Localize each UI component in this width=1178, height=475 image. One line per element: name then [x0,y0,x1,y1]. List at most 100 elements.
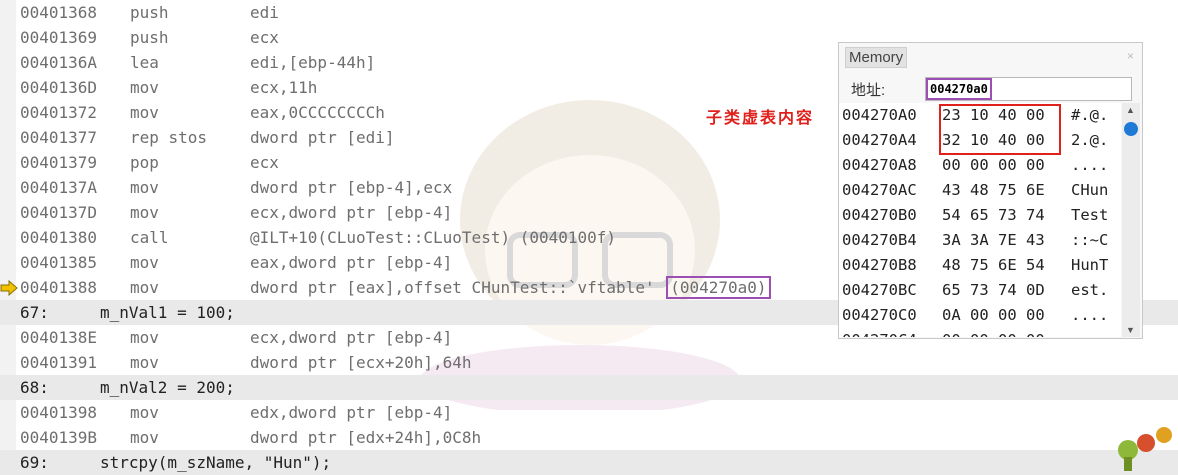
instruction-mnemonic: call [130,228,169,247]
corner-decoration-sticker [1118,427,1172,471]
source-line-number: 67: [20,303,49,322]
instruction-mnemonic: mov [130,353,159,372]
memory-address: 004270B8 [842,256,917,274]
memory-address: 004270AC [842,181,917,199]
memory-window[interactable]: Memory × 地址: 004270a0 004270A0 23 10 40 0… [838,42,1143,339]
memory-bytes[interactable]: 43 48 75 6E [942,178,1045,203]
memory-bytes[interactable]: 23 10 40 00 [942,103,1045,128]
memory-address: 004270C0 [842,306,917,324]
memory-row[interactable]: 004270C0 0A 00 00 00.... [839,303,1121,328]
instruction-mnemonic: rep stos [130,128,208,147]
instruction-address: 00401380 [20,228,98,247]
instruction-operands: eax,0CCCCCCCCh [250,103,385,122]
instruction-pointer-arrow-icon [0,280,18,296]
chevron-up-icon[interactable]: ▲ [1126,105,1135,115]
chevron-down-icon[interactable]: ▼ [1126,325,1135,335]
memory-dump-grid[interactable]: 004270A0 23 10 40 00 #.@. 004270A4 32 10 40 … [839,103,1121,337]
memory-bytes[interactable]: 3A 3A 7E 43 [942,228,1045,253]
instruction-mnemonic: pop [130,153,159,172]
memory-row[interactable]: 004270B0 54 65 73 74 Test [839,203,1121,228]
instruction-mnemonic: mov [130,78,159,97]
vtable-address-highlight: (004270a0) [666,276,771,299]
instruction-address: 00401377 [20,128,98,147]
instruction-operands: dword ptr [eax],offset CHunTest::`vftabl… [250,275,771,300]
memory-window-title[interactable]: Memory [845,47,908,68]
instruction-address: 00401369 [20,28,98,47]
instruction-operands: dword ptr [edx+24h],0C8h [250,428,482,447]
instruction-mnemonic: mov [130,203,159,222]
memory-row[interactable]: 004270A0 23 10 40 00 #.@. [839,103,1121,128]
memory-bytes[interactable]: 48 75 6E 54 [942,253,1045,278]
instruction-row[interactable]: 00401368 push edi [0,0,1178,25]
instruction-mnemonic: mov [130,278,159,297]
instruction-mnemonic: mov [130,103,159,122]
instruction-operands: edi [250,3,279,22]
instruction-address: 0040136D [20,78,98,97]
instruction-row[interactable]: 00401398 mov edx,dword ptr [ebp-4] [0,400,1178,425]
instruction-mnemonic: lea [130,53,159,72]
memory-ascii: Test [1071,206,1109,224]
memory-address: 004270A8 [842,156,917,174]
memory-bytes[interactable]: 00 00 00 00 [942,328,1045,337]
source-line-number: 68: [20,378,49,397]
memory-ascii: ::~C [1071,231,1109,249]
memory-scrollbar[interactable]: ▲ ▼ [1122,103,1140,337]
scrollbar-thumb[interactable] [1124,122,1138,136]
memory-bytes[interactable]: 00 00 00 00 [942,153,1045,178]
memory-address: 004270A4 [842,131,917,149]
memory-bytes[interactable]: 65 73 74 0D [942,278,1045,303]
instruction-mnemonic: push [130,28,169,47]
memory-address: 004270C4 [842,328,917,337]
source-line-row[interactable]: 68: m_nVal2 = 200; [0,375,1178,400]
memory-row[interactable]: 004270BC 65 73 74 0D est. [839,278,1121,303]
memory-ascii: est. [1071,281,1109,299]
instruction-mnemonic: push [130,3,169,22]
memory-row[interactable]: 004270AC 43 48 75 6E CHun [839,178,1121,203]
source-line-number: 69: [20,453,49,472]
instruction-address: 0040138E [20,328,98,347]
source-line-row[interactable]: 69: strcpy(m_szName, "Hun"); [0,450,1178,475]
instruction-row[interactable]: 00401391 mov dword ptr [ecx+20h],64h [0,350,1178,375]
instruction-address: 00401368 [20,3,98,22]
instruction-operands: dword ptr [edi] [250,128,395,147]
annotation-label: 子类虚表内容 [706,108,815,127]
instruction-address: 00401379 [20,153,98,172]
instruction-address: 00401385 [20,253,98,272]
memory-row[interactable]: 004270A4 32 10 40 00 2.@. [839,128,1121,153]
memory-ascii: .... [1071,328,1108,337]
instruction-operands: dword ptr [ecx+20h],64h [250,353,472,372]
memory-row[interactable]: 004270C4 00 00 00 00.... [839,328,1121,337]
instruction-operands: edi,[ebp-44h] [250,53,376,72]
instruction-row[interactable]: 0040139B mov dword ptr [edx+24h],0C8h [0,425,1178,450]
instruction-address: 0040137A [20,178,98,197]
instruction-operands: dword ptr [ebp-4],ecx [250,178,453,197]
instruction-address: 00401398 [20,403,98,422]
address-input-value[interactable]: 004270a0 [926,78,992,100]
instruction-mnemonic: mov [130,178,159,197]
memory-address: 004270A0 [842,106,917,124]
memory-row[interactable]: 004270B4 3A 3A 7E 43::~C [839,228,1121,253]
address-label: 地址: [851,82,886,99]
instruction-operands: ecx,11h [250,78,318,97]
memory-ascii: HunT [1071,256,1109,274]
instruction-mnemonic: mov [130,428,159,447]
memory-bytes[interactable]: 54 65 73 74 [942,203,1045,228]
close-icon[interactable]: × [1127,49,1134,63]
address-input[interactable]: 004270a0 [925,77,1132,101]
instruction-address: 0040137D [20,203,98,222]
memory-bytes[interactable]: 32 10 40 00 [942,128,1045,153]
instruction-mnemonic: mov [130,328,159,347]
memory-bytes[interactable]: 0A 00 00 00 [942,303,1045,328]
memory-ascii: CHun [1071,181,1109,199]
memory-row[interactable]: 004270A8 00 00 00 00.... [839,153,1121,178]
memory-ascii: .... [1071,306,1109,324]
instruction-address: 00401372 [20,103,98,122]
instruction-mnemonic: mov [130,253,159,272]
instruction-address: 00401388 [20,278,98,297]
source-line-text: m_nVal2 = 200; [100,378,235,397]
instruction-address: 0040136A [20,53,98,72]
memory-row[interactable]: 004270B8 48 75 6E 54 HunT [839,253,1121,278]
instruction-address: 00401391 [20,353,98,372]
instruction-operands: eax,dword ptr [ebp-4] [250,253,453,272]
memory-address: 004270BC [842,281,917,299]
